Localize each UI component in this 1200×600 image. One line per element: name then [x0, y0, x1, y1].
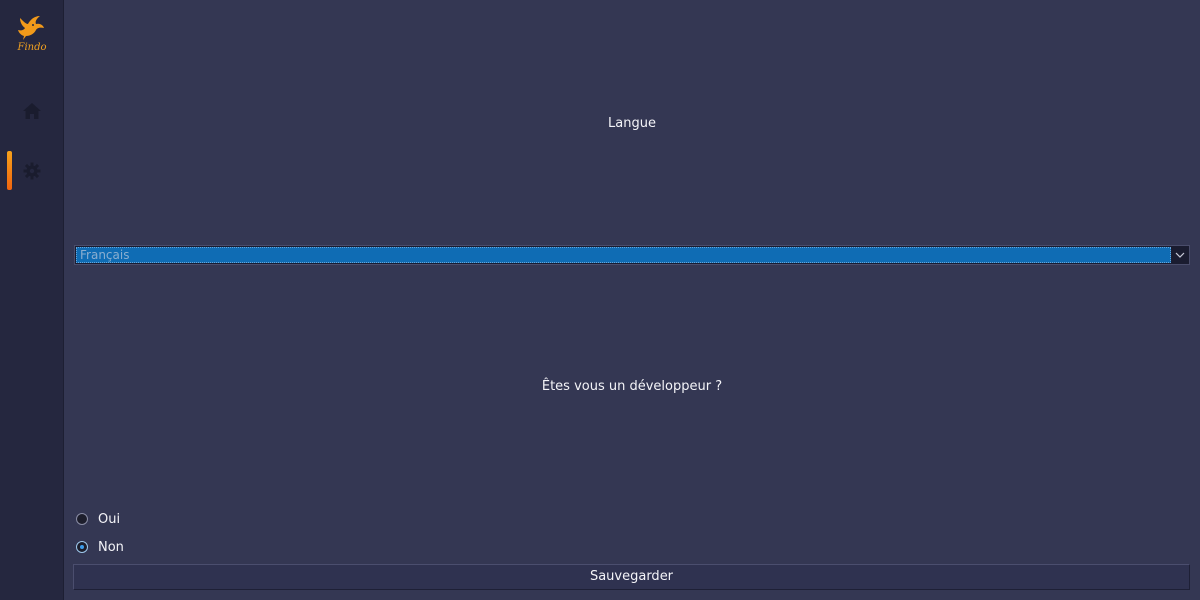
radio-label-oui: Oui	[98, 511, 121, 527]
sidebar-item-settings[interactable]	[0, 151, 63, 191]
sidebar-item-home[interactable]	[0, 91, 63, 131]
radio-button-non[interactable]	[76, 541, 88, 553]
bird-logo-icon	[18, 16, 44, 40]
gear-icon	[23, 162, 40, 180]
radio-option-oui[interactable]: Oui	[76, 511, 120, 527]
settings-panel: Langue Français Êtes vous un développeur…	[64, 0, 1200, 600]
logo-wordmark: Findo	[17, 42, 47, 53]
radio-option-non[interactable]: Non	[76, 539, 124, 555]
app-logo: Findo	[12, 12, 52, 58]
developer-question-label: Êtes vous un développeur ?	[541, 379, 723, 394]
language-select-value: Français	[76, 247, 1171, 263]
app-window: Findo Langue Français Êtes vous un dével…	[0, 0, 1200, 600]
chevron-down-icon[interactable]	[1172, 247, 1188, 263]
home-icon	[22, 103, 41, 119]
language-select[interactable]: Français	[74, 245, 1190, 265]
radio-label-non: Non	[98, 539, 124, 555]
save-button[interactable]: Sauvegarder	[73, 564, 1190, 590]
language-label: Langue	[608, 116, 656, 131]
sidebar: Findo	[0, 0, 64, 600]
radio-button-oui[interactable]	[76, 513, 88, 525]
